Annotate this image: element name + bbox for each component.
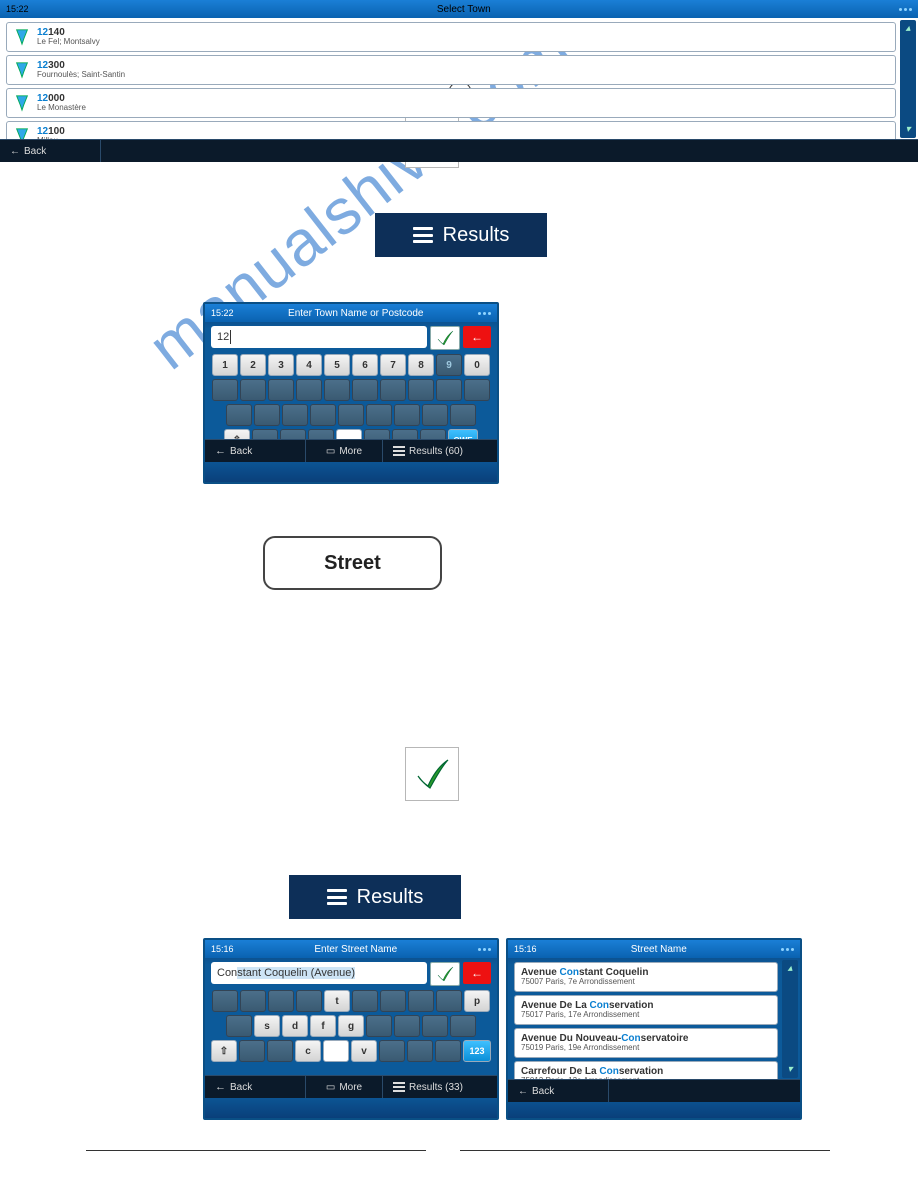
panel-title: Select Town [35,4,893,15]
key-4[interactable]: 4 [296,354,322,376]
shift-key[interactable]: ⇧ [211,1040,237,1062]
confirm-button[interactable] [430,326,460,350]
street-input[interactable]: Constant Coquelin (Avenue) [211,962,427,984]
clock: 15:16 [514,944,537,954]
key-dim[interactable] [212,379,238,401]
key-7[interactable]: 7 [380,354,406,376]
signal-dots [899,8,912,11]
num-key[interactable]: 123 [463,1040,491,1062]
back-button[interactable]: ←Back [205,1076,306,1098]
key-8[interactable]: 8 [408,354,434,376]
back-button[interactable]: ←Back [508,1080,609,1102]
key-3[interactable]: 3 [268,354,294,376]
key-g[interactable]: g [338,1015,364,1037]
list-item[interactable]: Avenue Constant Coquelin75007 Paris, 7e … [514,962,778,992]
clock: 15:22 [6,4,29,14]
screenshot-town-list: 15:22 Select Town ▴▾ 12140Le Fel; Montsa… [0,0,918,162]
panel-title: Street Name [543,944,775,955]
more-button[interactable]: ▭More [306,440,383,462]
backspace-button[interactable]: ← [463,962,491,984]
list-item[interactable]: Avenue Du Nouveau-Conservatoire75019 Par… [514,1028,778,1058]
list-icon [327,889,347,905]
list-icon [413,227,433,243]
panel-header: 15:16 Enter Street Name [205,940,497,958]
key-9[interactable]: 9 [436,354,462,376]
signal-dots [781,948,794,951]
key-v[interactable]: v [351,1040,377,1062]
results-label: Results [357,886,424,909]
confirm-button[interactable] [430,962,460,986]
results-footer-button[interactable]: Results (60) [383,440,497,462]
pin-icon [13,61,31,79]
results-button-2[interactable]: Results [289,875,461,919]
signal-dots [478,948,491,951]
screenshot-street-keyboard: 15:16 Enter Street Name Constant Coqueli… [203,938,499,1120]
results-button-1[interactable]: Results [375,213,547,257]
more-button[interactable]: ▭More [306,1076,383,1098]
scrollbar[interactable]: ▴▾ [900,20,916,138]
key-p[interactable]: p [464,990,490,1012]
back-button[interactable]: ←Back [205,440,306,462]
key-s[interactable]: s [254,1015,280,1037]
key-0[interactable]: 0 [464,354,490,376]
scrollbar[interactable]: ▴▾ [782,960,798,1078]
results-footer-button[interactable]: Results (33) [383,1076,497,1098]
space-key[interactable] [323,1040,349,1062]
footer-rule-left [86,1150,426,1151]
key-f[interactable]: f [310,1015,336,1037]
pin-icon [13,28,31,46]
list-item[interactable]: 12000Le Monastère [6,88,896,118]
footer-rule-right [460,1150,830,1151]
list-item[interactable]: 12300Fournoulès; Saint-Santin [6,55,896,85]
panel-title: Enter Town Name or Postcode [240,308,472,319]
panel-title: Enter Street Name [240,944,472,955]
key-2[interactable]: 2 [240,354,266,376]
signal-dots [478,312,491,315]
panel-header: 15:22 Enter Town Name or Postcode [205,304,497,322]
key-t[interactable]: t [324,990,350,1012]
panel-header: 15:22 Select Town [0,0,918,18]
panel-header: 15:16 Street Name [508,940,800,958]
town-input[interactable]: 12 [211,326,427,348]
key-6[interactable]: 6 [352,354,378,376]
key-5[interactable]: 5 [324,354,350,376]
confirm-icon-2 [405,747,459,801]
pin-icon [13,94,31,112]
list-item[interactable]: 12140Le Fel; Montsalvy [6,22,896,52]
screenshot-town-keyboard: 15:22 Enter Town Name or Postcode 12 ← 1… [203,302,499,484]
screenshot-street-list: 15:16 Street Name ▴▾ Avenue Constant Coq… [506,938,802,1120]
results-label: Results [443,224,510,247]
street-button[interactable]: Street [263,536,442,590]
key-1[interactable]: 1 [212,354,238,376]
list-item[interactable]: Avenue De La Conservation75017 Paris, 17… [514,995,778,1025]
key-d[interactable]: d [282,1015,308,1037]
backspace-button[interactable]: ← [463,326,491,348]
back-button[interactable]: ←Back [0,140,101,162]
clock: 15:16 [211,944,234,954]
clock: 15:22 [211,308,234,318]
key-c[interactable]: c [295,1040,321,1062]
document-page: manualshive.com Results 15:22 Enter Town… [0,0,918,1188]
